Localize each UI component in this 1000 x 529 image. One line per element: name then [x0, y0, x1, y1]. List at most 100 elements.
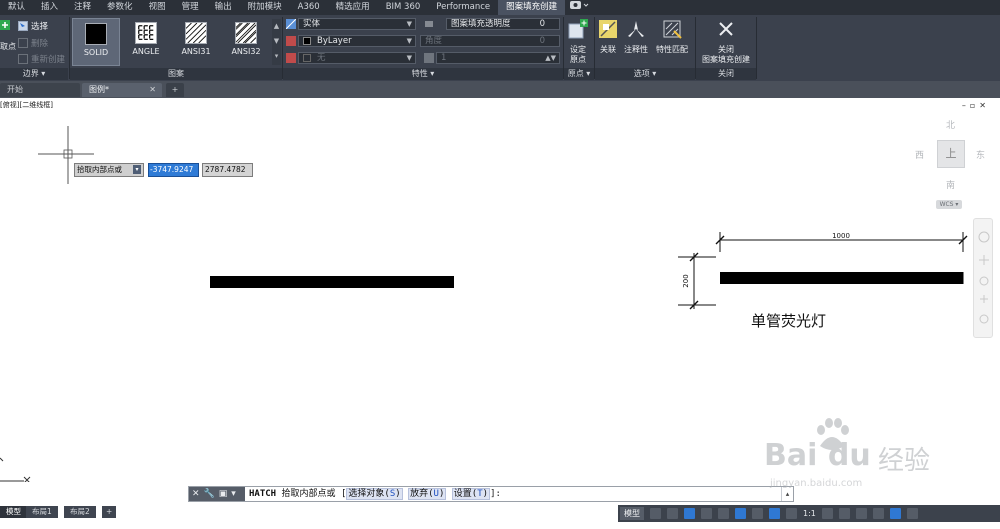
tab-insert[interactable]: 插入 [33, 0, 66, 15]
isolate-icon[interactable] [872, 508, 884, 519]
options-panel-label[interactable]: 选项 ▾ [595, 68, 695, 80]
clean-screen-icon[interactable] [889, 508, 901, 519]
tab-bim360[interactable]: BIM 360 [378, 0, 429, 15]
close-tab-icon[interactable]: ✕ [149, 83, 156, 97]
pick-points-icon [0, 20, 10, 30]
select-objects-icon [18, 21, 28, 31]
annotative-button[interactable]: 注释性 [622, 18, 650, 55]
properties-panel-label[interactable]: 特性 ▾ [283, 68, 563, 80]
solid-hatch-bar[interactable] [210, 276, 454, 288]
scale-field[interactable]: 1 ▲▼ [436, 52, 560, 64]
pattern-ansi31[interactable]: ANSI31 [172, 18, 220, 66]
watermark-url: jingyan.baidu.com [770, 478, 863, 489]
coordinate-x-input[interactable]: -3747.9247 [148, 163, 199, 177]
select-boundary-button[interactable]: 选择 [18, 20, 48, 32]
autoscale-icon[interactable] [786, 508, 797, 519]
remove-boundary-icon [18, 38, 28, 48]
compass-east[interactable]: 东 [976, 148, 985, 161]
compass-south[interactable]: 南 [946, 178, 955, 191]
tab-parametric[interactable]: 参数化 [99, 0, 141, 15]
viewcube-top-face[interactable]: 上 [937, 140, 965, 168]
recent-commands-icon[interactable]: ▣▾ [219, 489, 240, 499]
plus-icon[interactable] [838, 508, 850, 519]
pattern-angle[interactable]: ANGLE [122, 18, 170, 66]
ucs-icon [0, 457, 31, 482]
video-camera-icon[interactable] [565, 0, 593, 15]
add-layout-button[interactable]: + [102, 506, 117, 518]
match-properties-button[interactable]: 特性匹配 [653, 18, 691, 55]
layout-tab-model[interactable]: 模型 [0, 506, 27, 518]
customize-icon[interactable]: 🔧 [204, 489, 219, 499]
hatch-type-select[interactable]: 实体 ▼ [298, 18, 416, 30]
menu-icon[interactable] [906, 508, 918, 519]
option-settings[interactable]: 设置(T) [451, 488, 491, 500]
tab-annotate[interactable]: 注释 [66, 0, 99, 15]
tab-output[interactable]: 输出 [207, 0, 240, 15]
angle-field[interactable]: 角度 0 [420, 35, 560, 47]
layout-tab-layout2[interactable]: 布局2 [64, 506, 96, 518]
hardware-acceleration-icon[interactable] [855, 508, 867, 519]
otrack-icon[interactable] [735, 508, 746, 519]
tab-addins[interactable]: 附加模块 [240, 0, 290, 15]
tab-hatch-creation[interactable]: 图案填充创建 [498, 0, 566, 15]
set-origin-button[interactable]: 设定 原点 [566, 18, 590, 65]
ortho-icon[interactable] [684, 508, 695, 519]
navigation-bar[interactable] [973, 218, 993, 338]
tab-featured-apps[interactable]: 精选应用 [328, 0, 378, 15]
tab-view[interactable]: 视图 [141, 0, 174, 15]
compass-north[interactable]: 北 [946, 118, 955, 131]
lamp-annotation-text[interactable]: 单管荧光灯 [751, 310, 826, 331]
hatch-color-select[interactable]: ByLayer ▼ [298, 35, 416, 47]
fluorescent-lamp-drawing[interactable]: 1000 200 [676, 226, 972, 312]
model-space-button[interactable]: 模型 [620, 507, 644, 520]
lineweight-icon[interactable] [752, 508, 763, 519]
command-line[interactable]: ✕🔧▣▾ HATCH 拾取内部点或 [选择对象(S) 放弃(U) 设置(T)]:… [188, 486, 794, 502]
pattern-solid[interactable]: SOLID [72, 18, 120, 66]
angle-label: 角度 [425, 36, 443, 46]
pattern-ansi32[interactable]: ANSI32 [222, 18, 270, 66]
coordinate-y-input[interactable]: 2787.4782 [202, 163, 253, 177]
pattern-ansi32-label: ANSI32 [231, 47, 261, 56]
tab-performance[interactable]: Performance [428, 0, 498, 15]
tab-default[interactable]: 默认 [0, 0, 33, 15]
tab-drawing[interactable]: 图例* ✕ [82, 83, 162, 97]
polar-icon[interactable] [701, 508, 712, 519]
close-hatch-creation-button[interactable]: 关闭 图案填充创建 [698, 18, 754, 65]
command-line-controls[interactable]: ✕🔧▣▾ [189, 487, 245, 501]
osnap-icon[interactable] [718, 508, 729, 519]
tab-start[interactable]: 开始 [0, 83, 80, 97]
bg-swatch [303, 53, 311, 62]
lamp-hatch-bar[interactable] [720, 272, 963, 284]
recreate-boundary-button[interactable]: 重新创建 [18, 53, 65, 65]
wcs-menu[interactable]: WCS ▾ [936, 200, 962, 209]
snap-icon[interactable] [667, 508, 678, 519]
origin-panel-label[interactable]: 原点 ▾ [564, 68, 594, 80]
option-undo[interactable]: 放弃(U) [408, 488, 447, 500]
layout-tab-layout1[interactable]: 布局1 [26, 506, 58, 518]
viewcube[interactable]: 北 西 东 南 上 WCS ▾ [912, 116, 988, 212]
pick-points-button[interactable] [0, 20, 10, 30]
tab-a360[interactable]: A360 [290, 0, 328, 15]
compass-west[interactable]: 西 [915, 148, 924, 161]
viewport-window-controls[interactable]: –▫✕ [962, 101, 990, 110]
background-color-icon [286, 53, 296, 63]
annotation-scale[interactable]: 1:1 [803, 509, 816, 518]
remove-boundary-button[interactable]: 删除 [18, 37, 48, 49]
background-color-select[interactable]: 无 ▼ [298, 52, 416, 64]
grid-icon[interactable] [650, 508, 661, 519]
viewport-label[interactable]: [俯视][二维线框] [0, 100, 53, 110]
annotation-visibility-icon[interactable] [769, 508, 780, 519]
pattern-scroll[interactable]: ▲ ▼ ▾ [272, 19, 281, 65]
boundary-panel-label[interactable]: 边界 ▾ [0, 68, 68, 80]
associative-button[interactable]: 关联 [597, 18, 619, 55]
transparency-field[interactable]: 图案填充透明度 0 [446, 18, 560, 30]
tab-manage[interactable]: 管理 [174, 0, 207, 15]
gear-icon[interactable] [821, 508, 833, 519]
option-select-objects[interactable]: 选择对象(S) [346, 488, 403, 500]
plus-icon: + [171, 85, 179, 94]
down-arrow-icon[interactable]: ▾ [133, 165, 141, 174]
close-command-icon[interactable]: ✕ [192, 489, 204, 499]
select-label: 选择 [31, 22, 49, 32]
command-text: HATCH 拾取内部点或 [选择对象(S) 放弃(U) 设置(T)]: [249, 488, 501, 500]
new-tab-button[interactable]: + [166, 83, 184, 97]
